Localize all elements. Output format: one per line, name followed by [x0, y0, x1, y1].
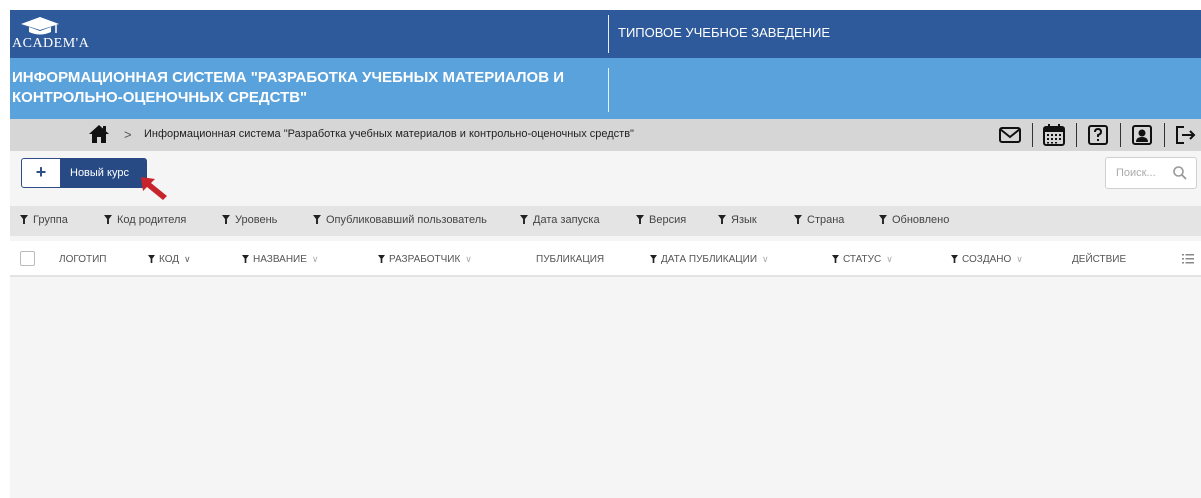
filter-icon	[794, 215, 802, 224]
logo-text: ACADEM'A	[12, 36, 90, 51]
header-divider	[608, 15, 609, 53]
chevron-down-icon: ∨	[465, 254, 472, 264]
chevron-down-icon: ∨	[184, 254, 191, 264]
column-publication-date[interactable]: ДАТА ПУБЛИКАЦИИ ∨	[650, 254, 769, 265]
chevron-down-icon: ∨	[886, 254, 893, 264]
table-header: ЛОГОТИП КОД ∨ НАЗВАНИЕ ∨ РАЗРАБОТЧИК ∨ ПУБЛ…	[10, 241, 1201, 277]
title-divider	[608, 68, 609, 112]
academia-logo[interactable]: ACADEM'A	[12, 16, 92, 54]
filter-icon	[520, 215, 528, 224]
filter-icon	[718, 215, 726, 224]
filter-icon	[879, 215, 887, 224]
logout-icon[interactable]	[1170, 121, 1198, 149]
column-name[interactable]: НАЗВАНИЕ ∨	[242, 254, 319, 265]
home-icon[interactable]	[88, 124, 110, 144]
pointer-arrow-icon	[141, 177, 167, 200]
app-page: ACADEM'A ТИПОВОЕ УЧЕБНОЕ ЗАВЕДЕНИЕ ИНФОР…	[10, 10, 1201, 498]
filter-icon	[832, 255, 839, 263]
column-logo: ЛОГОТИП	[59, 254, 107, 265]
filter-icon	[650, 255, 657, 263]
select-all-checkbox[interactable]	[20, 251, 35, 266]
profile-icon[interactable]	[1128, 121, 1156, 149]
system-title-bar: ИНФОРМАЦИОННАЯ СИСТЕМА "РАЗРАБОТКА УЧЕБН…	[10, 58, 1201, 119]
filter-launch-date[interactable]: Дата запуска	[520, 214, 600, 226]
column-action: ДЕЙСТВИЕ	[1072, 254, 1127, 265]
column-publication: ПУБЛИКАЦИЯ	[536, 254, 605, 265]
table-body	[10, 279, 1201, 498]
toolbar-separator	[1120, 123, 1121, 147]
system-title: ИНФОРМАЦИОННАЯ СИСТЕМА "РАЗРАБОТКА УЧЕБН…	[12, 69, 564, 106]
column-code[interactable]: КОД ∨	[148, 254, 191, 265]
filter-version[interactable]: Версия	[636, 214, 686, 226]
filter-language[interactable]: Язык	[718, 214, 757, 226]
new-course-button[interactable]: + Новый курс	[21, 158, 147, 188]
help-icon[interactable]	[1084, 121, 1112, 149]
filter-icon	[636, 215, 644, 224]
column-developer[interactable]: РАЗРАБОТЧИК ∨	[378, 254, 472, 265]
filter-country[interactable]: Страна	[794, 214, 844, 226]
filter-icon	[313, 215, 321, 224]
column-created[interactable]: СОЗДАНО ∨	[951, 254, 1023, 265]
filter-icon	[242, 255, 249, 263]
toolbar-separator	[1076, 123, 1077, 147]
mail-icon[interactable]	[996, 121, 1024, 149]
filter-icon	[148, 255, 155, 263]
graduation-cap-icon	[21, 17, 59, 35]
filter-level[interactable]: Уровень	[222, 214, 277, 226]
chevron-down-icon: ∨	[762, 254, 769, 264]
filter-updated[interactable]: Обновлено	[879, 214, 949, 226]
filter-icon	[222, 215, 230, 224]
filter-icon	[104, 215, 112, 224]
search-input[interactable]	[1106, 158, 1168, 188]
column-settings-icon[interactable]	[1182, 253, 1194, 265]
institution-name: ТИПОВОЕ УЧЕБНОЕ ЗАВЕДЕНИЕ	[618, 25, 831, 40]
filter-publisher[interactable]: Опубликовавший пользователь	[313, 214, 487, 226]
calendar-icon[interactable]	[1040, 121, 1068, 149]
top-bar: ACADEM'A ТИПОВОЕ УЧЕБНОЕ ЗАВЕДЕНИЕ	[10, 10, 1201, 58]
breadcrumb-bar: > Информационная система "Разработка уче…	[10, 119, 1201, 151]
plus-icon: +	[35, 162, 47, 182]
chevron-down-icon: ∨	[1016, 254, 1023, 264]
new-course-label: Новый курс	[60, 158, 147, 188]
filter-icon	[378, 255, 385, 263]
filter-icon	[20, 215, 28, 224]
breadcrumb-separator: >	[124, 127, 132, 142]
filter-bar: Группа Код родителя Уровень Опубликовавш…	[10, 206, 1201, 236]
filter-group[interactable]: Группа	[20, 214, 68, 226]
filter-parent-code[interactable]: Код родителя	[104, 214, 186, 226]
breadcrumb-current[interactable]: Информационная система "Разработка учебн…	[144, 128, 634, 140]
toolbar-separator	[1032, 123, 1033, 147]
filter-icon	[951, 255, 958, 263]
toolbar-separator	[1164, 123, 1165, 147]
search-icon[interactable]	[1172, 165, 1188, 181]
search-box[interactable]	[1105, 157, 1197, 189]
chevron-down-icon: ∨	[311, 254, 319, 264]
column-status[interactable]: СТАТУС ∨	[832, 254, 893, 265]
